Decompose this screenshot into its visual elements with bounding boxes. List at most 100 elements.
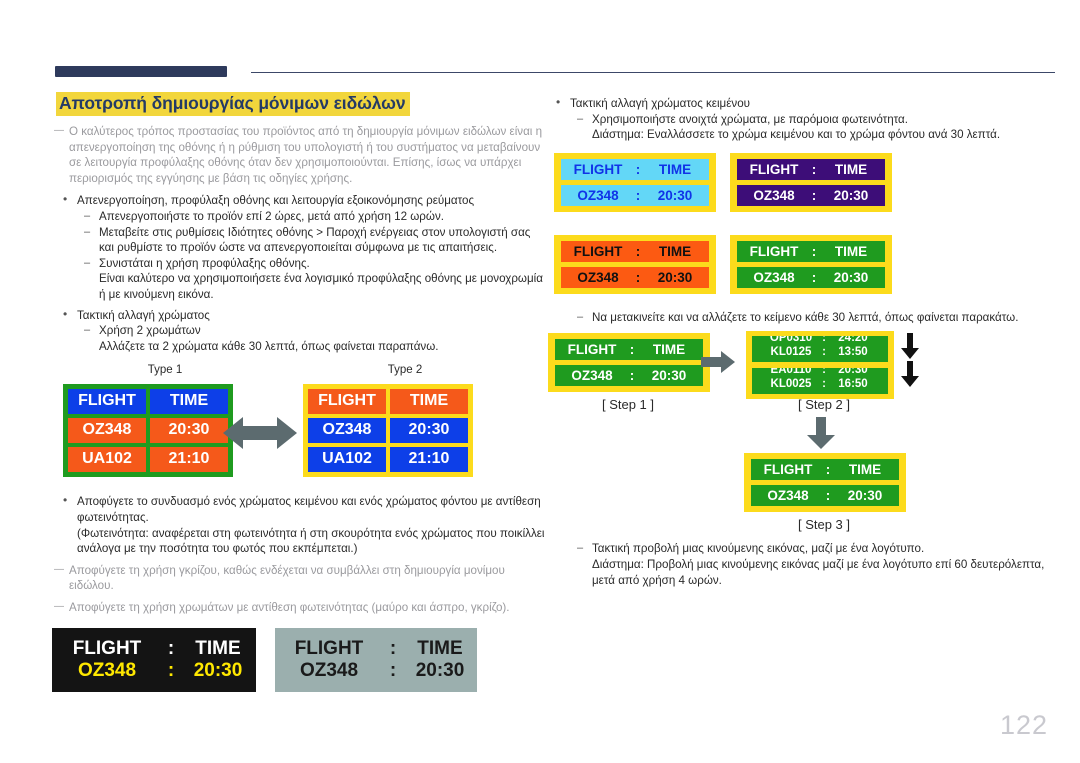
bullet-avoid-contrast: Αποφύγετε το συνδυασμό ενός χρώματος κει…: [55, 493, 545, 525]
panel-data-time: 20:30: [833, 269, 869, 285]
board-header-time: TIME: [390, 389, 468, 415]
panel-separator-icon: :: [167, 660, 175, 682]
panel-header-line: FLIGHT : TIME: [751, 459, 899, 481]
gray-flight-panel: FLIGHT : TIME OZ348 : 20:30: [275, 628, 477, 693]
step3-label: [ Step 3 ]: [797, 517, 851, 533]
panel-separator-icon: :: [629, 368, 635, 384]
board-cell-time: 20:30: [150, 418, 228, 444]
sub-two-colors: Χρήση 2 χρωμάτων: [55, 323, 545, 339]
sub-light-colors-note: Διάστημα: Εναλλάσσετε το χρώμα κειμένου …: [592, 128, 1001, 142]
scroll-time: 24:20: [838, 336, 868, 345]
panel-data-flight: OZ348: [571, 368, 613, 384]
type1-label: Type 1: [147, 364, 183, 377]
panel-data-time: 20:30: [833, 187, 869, 203]
page-header-bar: [55, 66, 1055, 78]
panel-data-time: 20:30: [415, 660, 465, 682]
panel-data-line: OZ348 : 20:30: [561, 184, 709, 206]
panel-header-line: FLIGHT : TIME: [737, 240, 885, 262]
panel-separator-icon: :: [167, 638, 175, 660]
panel-header-line: FLIGHT : TIME: [54, 638, 254, 660]
panel-data-time: 20:30: [847, 488, 883, 504]
scroll-time: 16:50: [838, 378, 868, 391]
sub-display-properties: Μεταβείτε στις ρυθμίσεις Ιδιότητες οθόνη…: [55, 225, 545, 256]
bullet-avoid-contrast-note: (Φωτεινότητα: αναφέρεται στη φωτεινότητα…: [77, 526, 545, 556]
intro-paragraph: Ο καλύτερος τρόπος προστασίας του προϊόν…: [54, 123, 545, 186]
scroll-line: OP0310 : 24:20: [752, 336, 888, 345]
scroll-code: KL0025: [770, 378, 812, 391]
panel-header-flight: FLIGHT: [749, 161, 799, 177]
light-blue-flight-panel: FLIGHT : TIME OZ348 : 20:30: [554, 152, 716, 212]
scroll-code: EA0110: [770, 368, 812, 377]
sub-screensaver-recommended: Συνιστάται η χρήση προφύλαξης οθόνης.: [55, 256, 545, 272]
panel-data-flight: OZ348: [753, 269, 795, 285]
panel-header-time: TIME: [417, 638, 463, 660]
panel-header-time: TIME: [658, 161, 692, 177]
panel-data-line: OZ348 : 20:30: [555, 365, 703, 387]
panel-separator-icon: :: [635, 187, 641, 203]
step1-flight-panel: FLIGHT : TIME OZ348 : 20:30: [548, 333, 710, 393]
step2-scrolling-panel: OP0310 : 24:20 KL0125 : 13:50 EA0110 : 2…: [746, 331, 894, 400]
panel-header-time: TIME: [652, 342, 686, 358]
panel-separator-icon: :: [389, 660, 397, 682]
scroll-line: KL0125 : 13:50: [752, 345, 888, 359]
panel-header-time: TIME: [195, 638, 241, 660]
panel-separator-icon: :: [811, 243, 817, 259]
orange-flight-panel: FLIGHT : TIME OZ348 : 20:30: [554, 234, 716, 294]
page-title: Αποτροπή δημιουργίας μόνιμων ειδώλων: [56, 92, 410, 116]
board-cell-flight: OZ348: [68, 418, 146, 444]
panel-data-line: OZ348 : 20:30: [54, 660, 254, 682]
sub-turn-off-2hours: Απενεργοποιήστε το προϊόν επί 2 ώρες, με…: [55, 209, 545, 225]
board-row: UA102 21:10: [308, 447, 468, 473]
sub-screensaver-note: Είναι καλύτερο να χρησιμοποιήσετε ένα λο…: [99, 272, 543, 301]
page-number: 122: [999, 710, 1048, 740]
board-cell-time: 21:10: [150, 447, 228, 473]
board-header-flight: FLIGHT: [68, 389, 146, 415]
step1-label: [ Step 1 ]: [601, 397, 655, 413]
board-header-row: FLIGHT TIME: [308, 389, 468, 415]
panel-separator-icon: :: [825, 488, 831, 504]
left-column: Ο καλύτερος τρόπος προστασίας του προϊόν…: [52, 123, 545, 704]
panel-header-flight: FLIGHT: [763, 462, 813, 478]
sub-light-colors: Χρησιμοποιήστε ανοιχτά χρώματα, με παρόμ…: [548, 112, 1048, 128]
bullet-text-color-change: Τακτική αλλαγή χρώματος κειμένου: [548, 95, 1048, 112]
dash-avoid-bw: Αποφύγετε τη χρήση χρωμάτων με αντίθεση …: [54, 599, 545, 616]
panel-header-line: FLIGHT : TIME: [561, 158, 709, 180]
panel-separator-icon: :: [635, 161, 641, 177]
step3-flight-panel: FLIGHT : TIME OZ348 : 20:30: [744, 453, 906, 513]
panel-data-time: 20:30: [657, 269, 693, 285]
panel-header-flight: FLIGHT: [294, 638, 364, 660]
panel-header-time: TIME: [834, 161, 868, 177]
board-row: OZ348 20:30: [308, 418, 468, 444]
board-cell-flight: OZ348: [308, 418, 386, 444]
scroll-slot-2: EA0110 : 20:30 KL0025 : 16:50: [752, 368, 888, 395]
scroll-time: 20:30: [838, 368, 868, 377]
panel-data-line: OZ348 : 20:30: [276, 660, 476, 682]
flight-board-type1: FLIGHT TIME OZ348 20:30 UA102 21:10: [63, 384, 233, 478]
panel-separator-icon: :: [389, 638, 397, 660]
panel-data-time: 20:30: [651, 368, 687, 384]
panel-separator-icon: :: [811, 187, 817, 203]
panel-data-flight: OZ348: [577, 269, 619, 285]
panel-data-flight: OZ348: [77, 660, 137, 682]
header-navy-block: [55, 66, 227, 77]
scroll-code: OP0310: [769, 336, 813, 345]
board-cell-time: 21:10: [390, 447, 468, 473]
panel-separator-icon: :: [811, 269, 817, 285]
right-column: Τακτική αλλαγή χρώματος κειμένου Χρησιμο…: [548, 95, 1048, 588]
panel-data-line: OZ348 : 20:30: [737, 184, 885, 206]
board-header-flight: FLIGHT: [308, 389, 386, 415]
panel-data-line: OZ348 : 20:30: [751, 485, 899, 507]
scroll-time: 13:50: [838, 346, 868, 359]
panel-data-line: OZ348 : 20:30: [561, 266, 709, 288]
panel-header-flight: FLIGHT: [749, 243, 799, 259]
board-header-time: TIME: [150, 389, 228, 415]
black-flight-panel: FLIGHT : TIME OZ348 : 20:30: [52, 628, 256, 693]
panel-separator-icon: :: [629, 342, 635, 358]
panel-header-flight: FLIGHT: [573, 161, 623, 177]
board-row: UA102 21:10: [68, 447, 228, 473]
green-flight-panel: FLIGHT : TIME OZ348 : 20:30: [730, 234, 892, 294]
panel-header-time: TIME: [848, 462, 882, 478]
flight-board-type2: FLIGHT TIME OZ348 20:30 UA102 21:10: [303, 384, 473, 478]
panel-separator-icon: :: [822, 378, 826, 391]
dash-avoid-gray: Αποφύγετε τη χρήση γκρίζου, καθώς ενδέχε…: [54, 562, 545, 594]
